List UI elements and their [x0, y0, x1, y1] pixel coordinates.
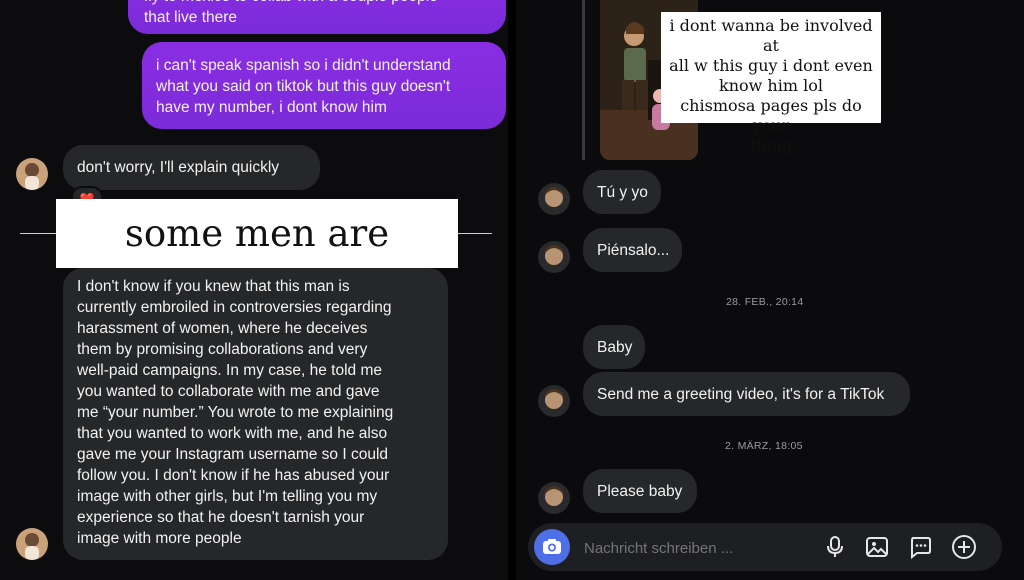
- camera-button[interactable]: [534, 529, 570, 565]
- avatar[interactable]: [538, 241, 570, 273]
- message-input[interactable]: [582, 535, 806, 561]
- microphone-button[interactable]: [823, 535, 847, 559]
- caption-box: i dont wanna be involved at all w this g…: [661, 12, 881, 155]
- microphone-icon: [827, 536, 843, 557]
- timestamp: 28. FEB., 20:14: [726, 296, 804, 308]
- received-message[interactable]: Send me a greeting video, it's for a Tik…: [583, 372, 910, 416]
- received-message[interactable]: Piénsalo...: [583, 228, 682, 272]
- message-composer: [528, 523, 1002, 571]
- avatar[interactable]: [538, 183, 570, 215]
- plus-icon: [952, 535, 976, 559]
- sticker-button[interactable]: [908, 535, 932, 560]
- timestamp: 2. MÄRZ, 18:05: [725, 440, 803, 452]
- left-screenshot: fly to mexico to collab with a couple pe…: [0, 0, 508, 580]
- received-message[interactable]: Baby: [583, 325, 645, 369]
- right-screenshot: i dont wanna be involved at all w this g…: [516, 0, 1024, 580]
- gallery-button[interactable]: [865, 535, 889, 559]
- avatar[interactable]: [538, 385, 570, 417]
- gallery-icon: [866, 537, 888, 557]
- sticker-icon: [911, 537, 931, 560]
- reply-bar: [582, 0, 585, 160]
- camera-icon: [543, 539, 561, 554]
- sent-message[interactable]: fly to mexico to collab with a couple pe…: [128, 0, 506, 34]
- received-message[interactable]: I don't know if you knew that this man i…: [63, 268, 448, 560]
- avatar[interactable]: [16, 528, 48, 560]
- received-message[interactable]: Please baby: [583, 469, 697, 513]
- avatar[interactable]: [538, 482, 570, 514]
- sent-message[interactable]: i can't speak spanish so i didn't unders…: [142, 42, 506, 129]
- caption-banner: some men are CRAZY: [56, 199, 458, 324]
- received-message[interactable]: don't worry, I'll explain quickly: [63, 145, 320, 190]
- avatar[interactable]: [16, 158, 48, 190]
- plus-button[interactable]: [951, 534, 977, 560]
- received-message[interactable]: Tú y yo: [583, 170, 661, 214]
